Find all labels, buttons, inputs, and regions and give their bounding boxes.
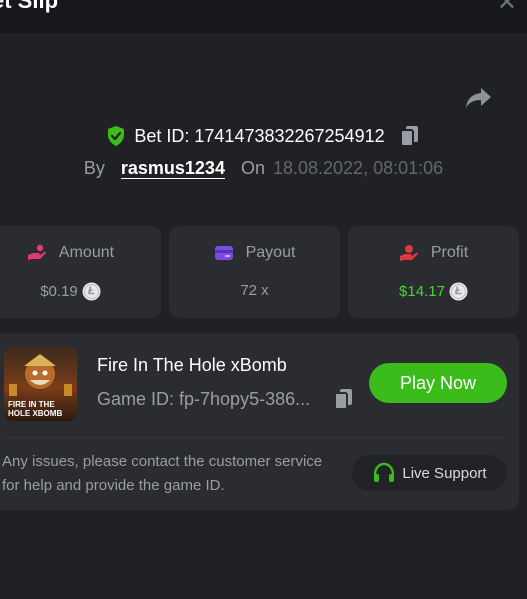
bet-id: Bet ID: 1741473832267254912: [134, 125, 385, 146]
copy-bet-id-icon[interactable]: [399, 124, 421, 148]
shield-check-icon: [108, 126, 125, 146]
profit-value: $14.17: [399, 283, 445, 300]
divider: [4, 437, 505, 438]
thumb-title-line-2: HOLE XBOMB: [8, 409, 62, 418]
profit-card: Profit $14.17: [348, 226, 519, 318]
window-title: et Slip: [0, 0, 59, 13]
bet-datetime: 18.08.2022, 08:01:06: [272, 157, 444, 178]
game-id: Game ID: fp-7hopy5-386...: [97, 389, 311, 409]
litecoin-icon: [82, 282, 101, 301]
by-label: By: [83, 157, 105, 178]
copy-game-id-icon[interactable]: [333, 387, 355, 411]
bet-meta-row: By rasmus1234 On 18.08.2022, 08:01:06: [0, 155, 527, 181]
on-label: On: [240, 157, 265, 178]
headset-icon: [374, 462, 395, 482]
play-now-button[interactable]: Play Now: [369, 363, 507, 403]
share-arrow-icon[interactable]: [463, 84, 495, 112]
game-thumbnail[interactable]: FIRE IN THE HOLE XBOMB: [4, 346, 77, 421]
live-support-label: Live Support: [402, 464, 487, 482]
live-support-button[interactable]: Live Support: [352, 455, 507, 491]
profit-label: Profit: [430, 244, 469, 261]
payout-value: 72 x: [240, 282, 269, 299]
payout-card: Payout 72 x: [169, 226, 340, 318]
game-name: Fire In The Hole xBomb: [97, 355, 287, 375]
game-card: FIRE IN THE HOLE XBOMB Fire In The Hole …: [0, 333, 519, 510]
amount-hand-icon: [27, 244, 46, 260]
amount-value: $0.19: [40, 283, 78, 300]
username-link[interactable]: rasmus1234: [121, 158, 225, 179]
profit-hand-icon: [399, 245, 418, 261]
card-icon: [214, 246, 233, 260]
litecoin-icon: [449, 282, 468, 301]
bet-id-row: Bet ID: 1741473832267254912: [0, 122, 527, 150]
title-bar: et Slip ✕: [0, 0, 527, 33]
thumb-title-line-1: FIRE IN THE: [8, 400, 55, 409]
amount-label: Amount: [58, 244, 115, 261]
payout-label: Payout: [245, 244, 296, 261]
amount-card: Amount $0.19: [0, 226, 161, 318]
close-icon[interactable]: ✕: [497, 0, 517, 17]
support-message: Any issues, please contact the customer …: [2, 453, 323, 494]
